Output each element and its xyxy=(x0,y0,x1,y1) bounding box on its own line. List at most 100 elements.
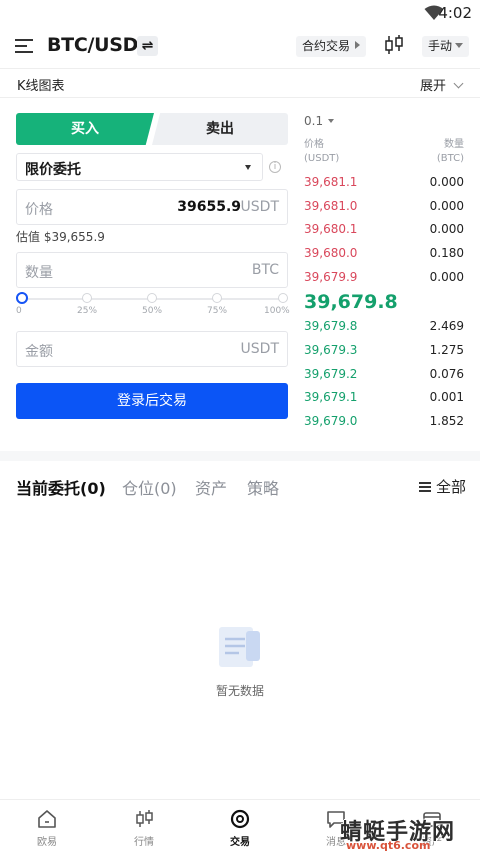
total-placeholder: 金额 xyxy=(25,344,53,360)
ask-qty: 0.180 xyxy=(429,246,464,260)
ask-price: 39,679.9 xyxy=(304,270,358,284)
bid-row[interactable]: 39,679.1 0.001 xyxy=(304,390,464,408)
order-type-label: 限价委托 xyxy=(25,162,81,178)
trade-header: BTC/USDT ⇌ 合约交易 手动 xyxy=(0,26,480,68)
tab-positions[interactable]: 仓位(0) xyxy=(122,475,177,499)
tab-assets[interactable]: 资产 xyxy=(195,475,227,499)
slider-handle[interactable] xyxy=(16,292,28,304)
price-placeholder: 价格 xyxy=(25,202,53,218)
market-icon xyxy=(136,810,153,827)
slider-stop-100[interactable] xyxy=(278,293,288,303)
contract-trade-button[interactable]: 合约交易 xyxy=(296,36,367,57)
ask-qty: 0.000 xyxy=(429,199,464,213)
tab-strategies[interactable]: 策略 xyxy=(247,475,279,499)
nav-home[interactable]: 欧易 xyxy=(17,809,77,848)
amount-unit: BTC xyxy=(251,262,279,278)
ask-row[interactable]: 39,679.9 0.000 xyxy=(304,270,464,288)
caret-down-icon xyxy=(328,119,335,123)
ask-qty: 0.000 xyxy=(429,222,464,236)
ask-price: 39,681.0 xyxy=(304,199,358,213)
bid-row[interactable]: 39,679.0 1.852 xyxy=(304,414,464,432)
amount-input[interactable]: 数量 BTC xyxy=(16,252,288,288)
pair-title[interactable]: BTC/USDT xyxy=(47,34,151,56)
amount-slider[interactable]: 0 25% 50% 75% 100% xyxy=(16,292,290,318)
section-separator xyxy=(0,451,480,461)
empty-state-text: 暂无数据 xyxy=(215,684,264,698)
filter-all-button[interactable]: 全部 xyxy=(418,476,466,497)
bid-qty: 0.001 xyxy=(429,390,464,404)
bid-qty: 1.852 xyxy=(429,414,464,428)
status-time: 4:02 xyxy=(438,4,472,22)
bid-price: 39,679.3 xyxy=(304,343,358,357)
slider-tick-label: 50% xyxy=(142,306,163,316)
nav-trade[interactable]: 交易 xyxy=(210,809,270,848)
nav-market[interactable]: 行情 xyxy=(114,809,174,848)
ask-price: 39,680.0 xyxy=(304,246,358,260)
slider-tick-label: 25% xyxy=(77,306,98,316)
info-icon[interactable]: i xyxy=(269,161,281,173)
bid-row[interactable]: 39,679.3 1.275 xyxy=(304,343,464,361)
expand-label: 展开 xyxy=(419,79,446,94)
buy-sell-tabs: 买入 卖出 xyxy=(16,113,288,145)
sell-tab[interactable]: 卖出 xyxy=(152,113,288,145)
slider-stop-25[interactable] xyxy=(82,293,92,303)
status-bar: 4:02 xyxy=(0,0,480,26)
caret-down-icon xyxy=(245,165,251,170)
bid-row[interactable]: 39,679.8 2.469 xyxy=(304,319,464,337)
bid-price: 39,679.2 xyxy=(304,367,358,381)
ask-qty: 0.000 xyxy=(429,270,464,284)
kline-bar[interactable]: K线图表 展开 xyxy=(0,69,480,97)
swap-icon[interactable]: ⇌ xyxy=(137,36,158,56)
ask-row[interactable]: 39,680.1 0.000 xyxy=(304,222,464,240)
precision-select[interactable]: 0.1 xyxy=(304,114,335,128)
login-to-trade-button[interactable]: 登录后交易 xyxy=(16,383,288,419)
chevron-down-icon xyxy=(453,78,464,89)
nav-home-label: 欧易 xyxy=(37,837,57,848)
menu-icon[interactable] xyxy=(15,39,33,53)
candlestick-icon[interactable] xyxy=(384,34,404,56)
caret-right-icon xyxy=(355,41,361,49)
bid-price: 39,679.1 xyxy=(304,390,358,404)
ask-price: 39,681.1 xyxy=(304,175,358,189)
kline-divider xyxy=(0,97,480,98)
order-book-header: 价格 (USDT) 数量 (BTC) xyxy=(304,138,464,166)
ask-row[interactable]: 39,681.1 0.000 xyxy=(304,175,464,193)
ask-row[interactable]: 39,681.0 0.000 xyxy=(304,199,464,217)
expand-toggle[interactable]: 展开 xyxy=(419,75,464,94)
ask-row[interactable]: 39,680.0 0.180 xyxy=(304,246,464,264)
mode-label: 手动 xyxy=(428,39,453,53)
bid-row[interactable]: 39,679.2 0.076 xyxy=(304,367,464,385)
order-type-select[interactable]: 限价委托 xyxy=(16,153,263,181)
mode-dropdown[interactable]: 手动 xyxy=(422,36,470,57)
caret-down-icon xyxy=(455,43,464,48)
filter-all-label: 全部 xyxy=(435,478,466,496)
tab-open-orders[interactable]: 当前委托(0) xyxy=(16,475,106,499)
orders-tabs: 当前委托(0) 仓位(0) 资产 策略 全部 xyxy=(16,475,466,501)
bid-price: 39,679.0 xyxy=(304,414,358,428)
bid-price: 39,679.8 xyxy=(304,319,358,333)
slider-stop-50[interactable] xyxy=(147,293,157,303)
nav-trade-label: 交易 xyxy=(230,837,250,848)
slider-tick-label: 0 xyxy=(16,306,22,316)
total-input[interactable]: 金额 USDT xyxy=(16,331,288,367)
price-value: 39655.9 xyxy=(177,199,241,215)
total-unit: USDT xyxy=(240,341,279,357)
ask-qty: 0.000 xyxy=(429,175,464,189)
last-price[interactable]: 39,679.8 xyxy=(304,291,398,313)
price-input[interactable]: 价格 39655.9 USDT xyxy=(16,189,288,225)
qty-header-label: 数量 xyxy=(444,139,464,150)
slider-stop-75[interactable] xyxy=(212,293,222,303)
slider-tick-label: 100% xyxy=(264,306,290,316)
precision-value: 0.1 xyxy=(304,114,324,128)
estimate-value: 估值 $39,655.9 xyxy=(16,230,105,244)
site-watermark: 蜻蜓手游网 www.qt6.com xyxy=(336,814,474,852)
bid-qty: 2.469 xyxy=(429,319,464,333)
contract-trade-label: 合约交易 xyxy=(302,39,351,53)
empty-document-icon xyxy=(219,627,260,667)
price-unit: USDT xyxy=(240,199,279,215)
kline-title: K线图表 xyxy=(17,79,65,94)
buy-tab[interactable]: 买入 xyxy=(16,113,154,145)
home-icon xyxy=(38,810,56,828)
nav-market-label: 行情 xyxy=(134,837,154,848)
amount-placeholder: 数量 xyxy=(25,265,53,281)
